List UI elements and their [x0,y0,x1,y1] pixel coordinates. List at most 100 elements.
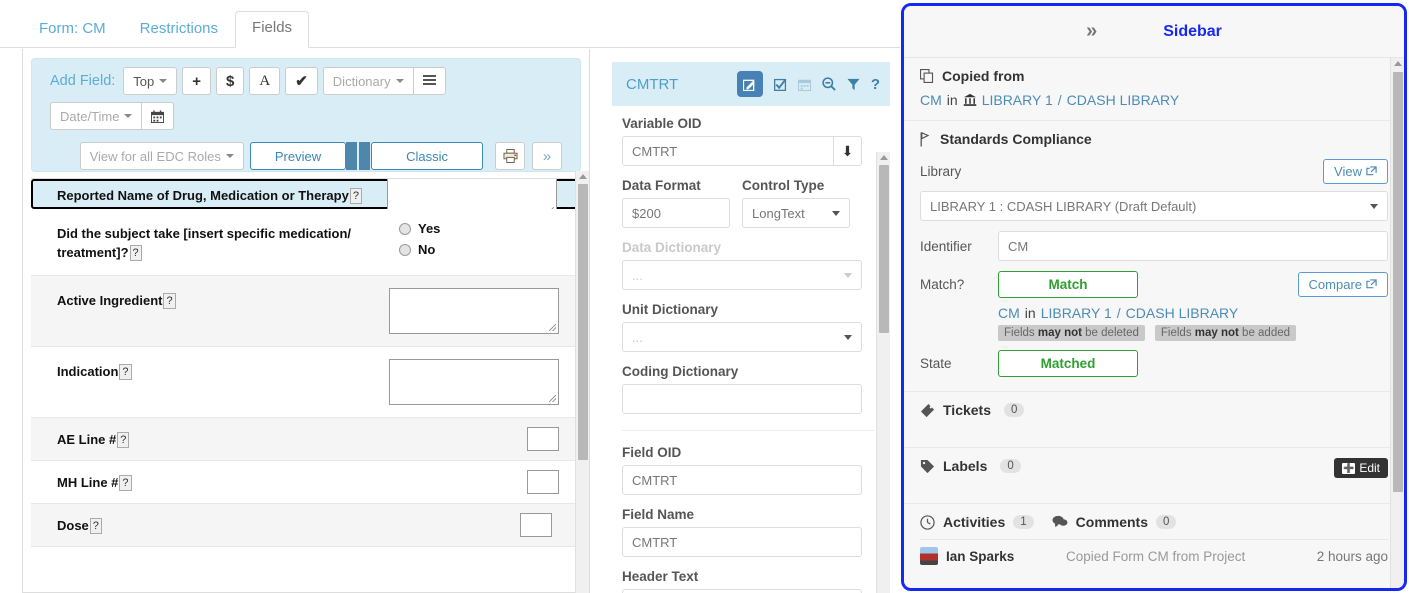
datetime-dropdown[interactable]: Date/Time [50,102,143,130]
app-root: Form: CM Restrictions Fields Add Field: … [0,0,1409,593]
textarea-input[interactable] [389,359,559,405]
copied-from-library2-link[interactable]: CDASH LIBRARY [1067,92,1180,108]
smallbox-wrap [389,470,559,494]
match-library-link[interactable]: LIBRARY 1 [1041,305,1112,321]
print-icon[interactable] [495,142,525,170]
help-icon[interactable]: ? [349,188,362,204]
scroll-up-arrow-icon[interactable] [880,155,888,160]
add-text-button[interactable]: A [249,67,281,95]
radio-button[interactable] [399,222,411,235]
activity-row[interactable]: Ian Sparks Copied Form CM from Project 2… [920,539,1388,565]
unit-dictionary-select[interactable]: ... [622,322,862,352]
view-button[interactable]: View [1323,159,1388,184]
tab-restrictions[interactable]: Restrictions [123,12,235,48]
chevron-double-right-icon[interactable]: » [1086,20,1097,43]
scrollbar-thumb[interactable] [578,184,588,460]
form-row-indication[interactable]: Indication? [31,347,581,418]
variable-oid-input[interactable]: CMTRT [622,136,834,166]
classic-handle[interactable] [359,142,371,170]
identifier-input[interactable]: CM [998,231,1388,261]
filter-icon[interactable] [847,78,860,91]
radio-label: Yes [418,221,441,236]
form-row-reported-name[interactable]: Reported Name of Drug, Medication or The… [31,179,581,217]
sidebar-scrollbar[interactable] [1390,58,1404,588]
scroll-up-arrow-icon[interactable] [579,174,587,179]
radio-button[interactable] [399,243,411,256]
coding-dictionary-input[interactable] [622,384,862,414]
copied-from-object-link[interactable]: CM [920,92,942,108]
preview-button[interactable]: Preview [249,142,347,170]
dictionary-label: Dictionary [332,73,391,89]
tab-form-cm[interactable]: Form: CM [22,12,123,48]
checkbox-checked-icon[interactable] [773,78,787,91]
activity-time: 2 hours ago [1316,548,1388,564]
data-format-input[interactable]: $200 [622,198,730,228]
match-library2-link[interactable]: CDASH LIBRARY [1126,305,1239,321]
view-roles-dropdown[interactable]: View for all EDC Roles [79,142,244,170]
add-plus-button[interactable]: + [182,67,212,95]
help-icon[interactable]: ? [871,76,880,93]
match-link-row: CM in LIBRARY 1 / CDASH LIBRARY [920,305,1388,321]
variable-oid-row: CMTRT ⬇ [622,136,862,166]
more-toolbar-icon[interactable]: » [532,142,562,170]
radio-option-no[interactable]: No [399,242,559,257]
compare-button[interactable]: Compare [1297,272,1388,297]
state-button[interactable]: Matched [998,350,1138,377]
form-row-dose[interactable]: Dose? [31,504,581,547]
add-position-dropdown[interactable]: Top [123,67,178,95]
tab-fields[interactable]: Fields [235,11,310,48]
dictionary-dropdown[interactable]: Dictionary [322,67,414,95]
control-type-select[interactable]: LongText [742,198,850,228]
tag-fields-may-not-be-added: Fields may not be added [1154,325,1297,341]
fields-scrollbar[interactable] [575,171,589,593]
form-row-label-text: AE Line # [57,432,117,447]
help-icon[interactable]: ? [163,293,176,309]
help-icon[interactable]: ? [117,432,130,448]
print-icon-glyph [503,149,517,163]
ticket-icon [920,403,935,418]
add-checkbox-button[interactable]: ✔ [285,67,318,95]
activities-title: Activities [943,514,1006,530]
text-input[interactable] [527,470,559,494]
field-toolbar: Add Field: Top + $ A ✔ Dictionary Date/T… [31,58,581,172]
copy-icon [920,69,934,83]
field-oid-input[interactable]: CMTRT [622,465,862,495]
help-icon[interactable]: ? [119,364,132,380]
zoom-out-icon[interactable] [822,77,836,91]
detail-divider [622,430,874,431]
help-icon[interactable]: ? [129,245,142,261]
match-button[interactable]: Match [998,271,1138,298]
scroll-up-arrow-icon[interactable] [1394,61,1402,66]
radio-option-yes[interactable]: Yes [399,221,559,236]
copied-from-library-link[interactable]: LIBRARY 1 [982,92,1053,108]
add-number-button[interactable]: $ [216,67,245,95]
textarea-input[interactable] [389,288,559,334]
library-select[interactable]: LIBRARY 1 : CDASH LIBRARY (Draft Default… [920,191,1388,221]
download-arrow-icon[interactable]: ⬇ [833,136,862,166]
labels-count: 0 [1000,459,1021,473]
list-icon[interactable] [412,67,446,95]
form-row-did-subject-take[interactable]: Did the subject take [insert specific me… [31,209,581,276]
preview-handle[interactable] [346,142,358,170]
calendar-icon[interactable] [797,78,811,91]
match-object-link[interactable]: CM [998,305,1020,321]
scrollbar-thumb[interactable] [1393,72,1403,492]
edit-icon[interactable] [736,71,763,97]
text-input[interactable] [520,513,552,537]
help-icon[interactable]: ? [89,518,102,534]
form-row-ae-line[interactable]: AE Line #? [31,418,581,461]
text-input[interactable] [527,427,559,451]
help-icon[interactable]: ? [119,475,132,491]
tag1-pre: Fields [1004,327,1038,339]
form-row-mh-line[interactable]: MH Line #? [31,461,581,504]
field-name-input[interactable]: CMTRT [622,527,862,557]
scrollbar-thumb[interactable] [879,165,889,333]
detail-scrollbar[interactable] [876,152,890,593]
section-tickets: Tickets 0 [904,392,1404,448]
calendar-icon[interactable] [141,102,175,130]
classic-button[interactable]: Classic [371,142,483,170]
labels-edit-button[interactable]: ➕ Edit [1334,458,1388,478]
form-row-active-ingredient[interactable]: Active Ingredient? [31,276,581,347]
control-type-value: LongText [752,205,805,221]
header-text-input[interactable] [622,589,862,593]
